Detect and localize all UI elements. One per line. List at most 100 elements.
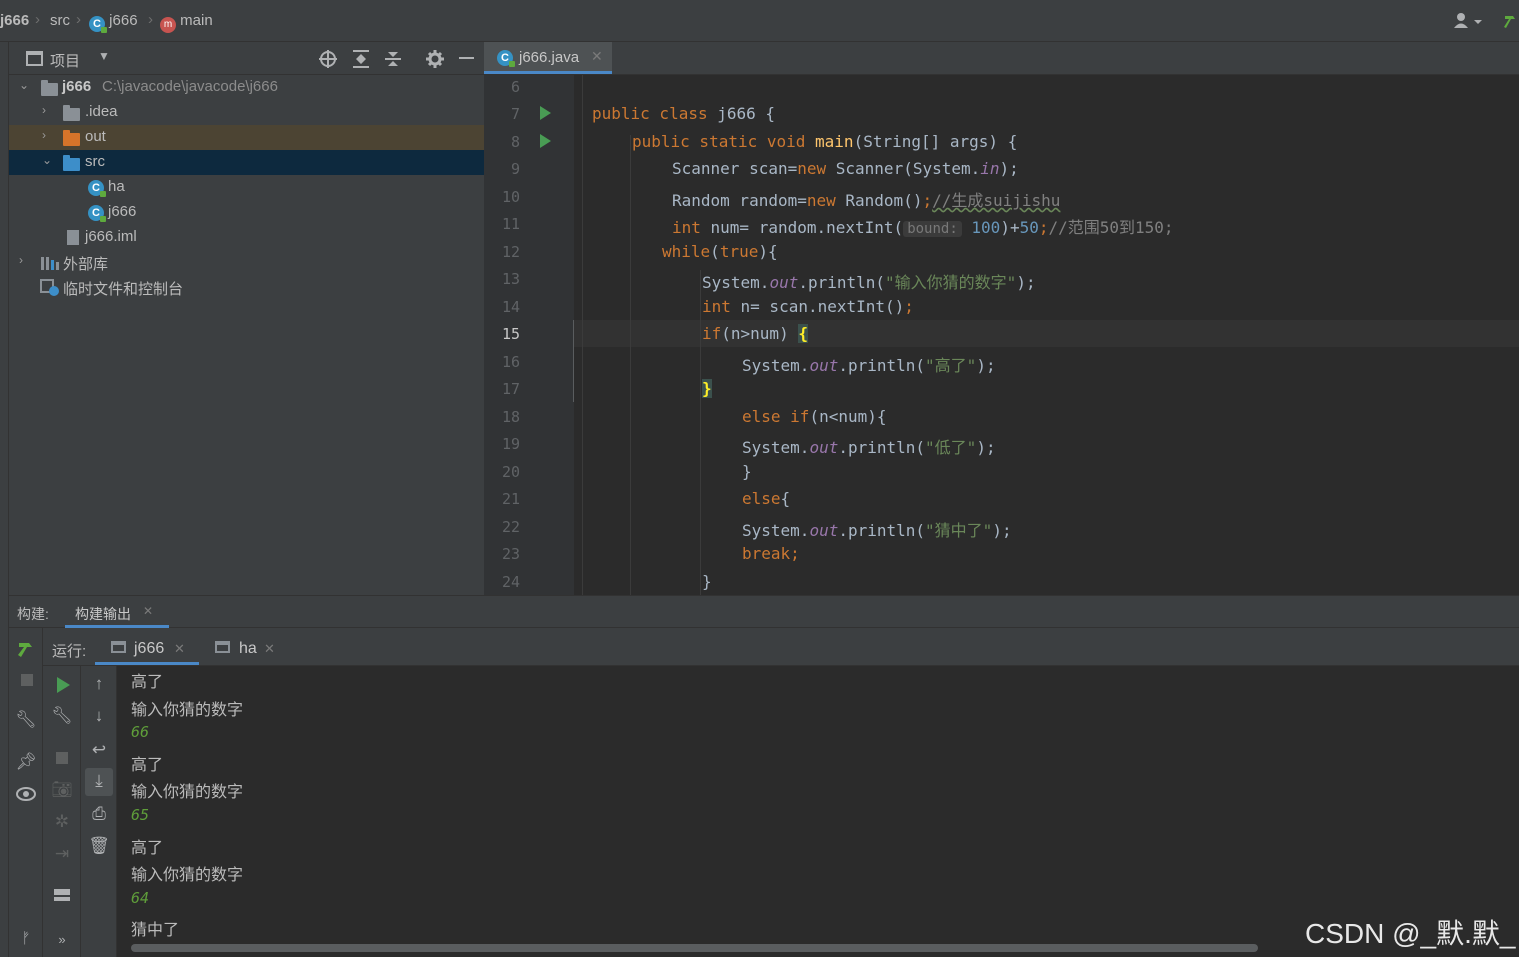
eye-icon[interactable]: [16, 786, 36, 802]
stop-icon[interactable]: [21, 674, 33, 686]
close-icon[interactable]: ✕: [264, 641, 275, 657]
more-icon[interactable]: »: [50, 932, 74, 947]
code-line-17: }: [702, 379, 712, 398]
chevron-down-icon[interactable]: ▼: [98, 49, 110, 63]
gear-icon[interactable]: [425, 49, 445, 69]
trash-icon[interactable]: 🗑︎: [87, 836, 111, 856]
folder-icon: [63, 105, 80, 121]
code-editor[interactable]: public class j666 { public static void m…: [574, 75, 1519, 595]
project-panel-title[interactable]: 项目: [50, 50, 80, 71]
rerun-icon[interactable]: [55, 676, 71, 694]
run-icon[interactable]: [538, 105, 552, 121]
expand-all-icon[interactable]: [351, 49, 371, 69]
arrow-down-icon[interactable]: ↓: [87, 706, 111, 726]
console-window-icon: [111, 641, 126, 653]
breadcrumb-folder[interactable]: src: [50, 12, 70, 29]
arrow-up-icon[interactable]: ↑: [87, 674, 111, 694]
editor-tab-j666-java[interactable]: C j666.java ✕: [484, 42, 612, 74]
code-line-18: else if(n<num){: [742, 407, 887, 426]
console-output[interactable]: 高了 输入你猜的数字 66 高了 输入你猜的数字 65 高了 输入你猜的数字 64 猜中了 CSD…: [117, 666, 1519, 957]
console-output-line: 猜中了: [131, 922, 180, 940]
tree-item-out[interactable]: › out: [9, 125, 484, 150]
print-icon[interactable]: ⎙: [87, 804, 111, 824]
hammer-icon[interactable]: [16, 638, 36, 658]
scroll-to-end-icon: ⤓: [95, 771, 103, 790]
chevron-right-icon[interactable]: ›: [42, 128, 46, 142]
line-number: 23: [501, 545, 520, 563]
console-output-line: 输入你猜的数字: [131, 784, 244, 802]
tab-build-output[interactable]: 构建输出 ✕: [65, 596, 169, 628]
line-number: 11: [501, 215, 520, 233]
chevron-down-icon[interactable]: ⌄: [19, 78, 29, 92]
build-hammer-button[interactable]: [1502, 10, 1519, 32]
code-line-10: Random random=new Random();//生成suijishu: [672, 191, 1061, 210]
line-number: 9: [510, 160, 520, 178]
build-toolbar-column: 🔧︎ 📌︎ ᚠ: [9, 628, 43, 957]
method-icon: m: [160, 17, 176, 33]
editor-gutter: 6 7 8 9 10 11 12 13 14 15 16 17 18 19 20…: [484, 75, 590, 595]
console-output-line: 输入你猜的数字: [131, 867, 244, 885]
console-input-line: 66: [131, 723, 150, 742]
soft-wrap-icon[interactable]: ↩: [87, 740, 111, 760]
hide-panel-icon[interactable]: [459, 57, 474, 59]
breadcrumb-file[interactable]: C j666: [89, 12, 138, 33]
library-icon: [41, 257, 59, 270]
breadcrumb-method[interactable]: m main: [160, 12, 213, 33]
close-icon[interactable]: ✕: [174, 641, 185, 657]
breadcrumb-separator: ›: [76, 11, 81, 28]
close-icon[interactable]: ✕: [143, 604, 153, 618]
breadcrumb-separator: ›: [35, 11, 40, 28]
tree-item-iml[interactable]: j666.iml: [9, 225, 484, 250]
code-line-23: break;: [742, 544, 800, 563]
line-number: 20: [501, 463, 520, 481]
indent-guide: [582, 75, 583, 595]
pin-icon[interactable]: 📌︎: [14, 752, 38, 772]
tree-item-scratches[interactable]: 临时文件和控制台: [9, 275, 484, 300]
wrench-icon[interactable]: 🔧︎: [14, 710, 38, 730]
line-number: 8: [510, 133, 520, 151]
close-icon[interactable]: ✕: [591, 48, 603, 65]
debug-icon[interactable]: ✲: [50, 812, 74, 832]
project-panel-header: 项目 ▼: [9, 42, 484, 75]
breadcrumb-method-label: main: [180, 12, 213, 29]
breadcrumb-project[interactable]: j666: [0, 12, 29, 29]
tree-item-src[interactable]: ⌄ src: [9, 150, 484, 175]
run-tool-bar: 运行: j666 ✕ ha ✕: [43, 628, 1519, 666]
stop-icon[interactable]: [56, 752, 68, 764]
run-icon[interactable]: [538, 133, 552, 149]
left-tool-strip: [0, 42, 9, 957]
tree-item-label: .idea: [85, 103, 118, 120]
tree-item-label: j666.iml: [85, 228, 137, 245]
inlay-hint-bound: bound:: [903, 221, 962, 237]
tree-item-idea[interactable]: › .idea: [9, 100, 484, 125]
locate-file-icon[interactable]: [318, 49, 338, 69]
tree-item-external-libraries[interactable]: › 外部库: [9, 250, 484, 275]
build-label: 构建:: [17, 606, 49, 622]
tree-item-j666-class[interactable]: C j666: [9, 200, 484, 225]
camera-icon[interactable]: 📷︎: [50, 780, 74, 800]
project-view-icon: [26, 51, 43, 66]
code-line-12: while(true){: [662, 242, 778, 261]
code-line-24: }: [702, 572, 712, 591]
chevron-down-icon[interactable]: ⌄: [42, 153, 52, 167]
account-menu-button[interactable]: [1452, 10, 1486, 32]
run-tab-ha[interactable]: ha ✕: [203, 628, 283, 665]
wrench-icon[interactable]: 🔧︎: [50, 706, 74, 726]
collapse-all-icon[interactable]: [383, 49, 403, 69]
excluded-folder-icon: [63, 130, 80, 146]
tree-item-project-root[interactable]: ⌄ j666 C:\javacode\javacode\j666: [9, 75, 484, 100]
chevron-right-icon[interactable]: ›: [42, 103, 46, 117]
hammer-icon: [1504, 16, 1515, 28]
chevron-right-icon[interactable]: ›: [19, 253, 23, 267]
scroll-to-end-button[interactable]: ⤓: [85, 768, 113, 796]
run-tab-j666[interactable]: j666 ✕: [95, 628, 199, 665]
code-line-22: System.out.println("猜中了");: [742, 521, 1012, 540]
tree-item-ha[interactable]: C ha: [9, 175, 484, 200]
code-line-15: if(n>num) {: [702, 324, 808, 343]
git-branch-icon[interactable]: ᚠ: [14, 930, 38, 947]
console-toolbar-column: ↑ ↓ ↩ ⤓ ⎙ 🗑︎: [81, 666, 117, 957]
exit-icon[interactable]: ⇥: [50, 844, 74, 864]
horizontal-scrollbar[interactable]: [131, 944, 1258, 952]
layout-icon[interactable]: [54, 889, 70, 901]
tree-item-label: 临时文件和控制台: [63, 281, 184, 298]
